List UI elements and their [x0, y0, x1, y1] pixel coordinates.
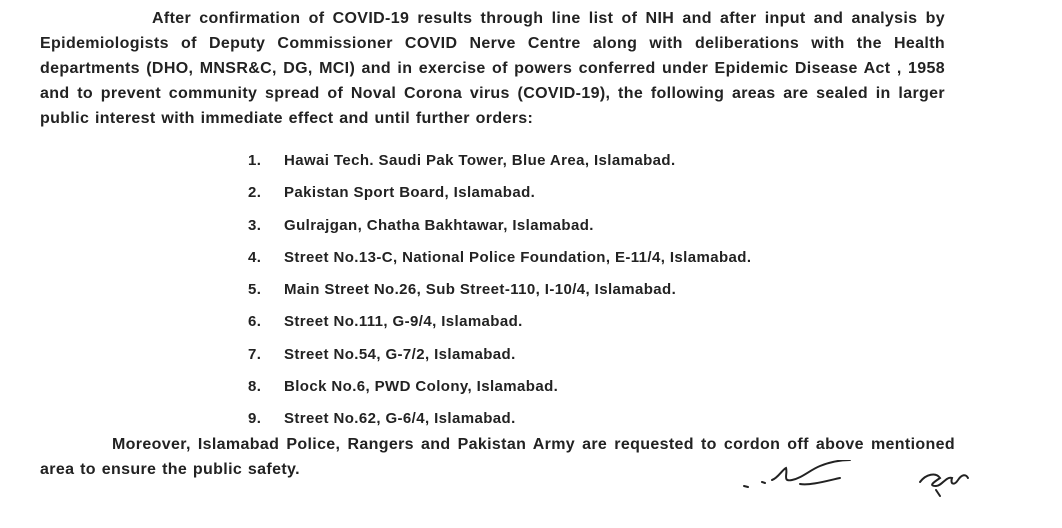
list-item-number: 2.: [248, 184, 262, 202]
list-item: 8. Block No.6, PWD Colony, Islamabad.: [248, 378, 751, 410]
list-item-text: Main Street No.26, Sub Street-110, I-10/…: [284, 281, 677, 299]
list-item: 1. Hawai Tech. Saudi Pak Tower, Blue Are…: [248, 152, 751, 184]
list-item-text: Block No.6, PWD Colony, Islamabad.: [284, 378, 559, 396]
intro-paragraph: After confirmation of COVID-19 results t…: [40, 10, 945, 127]
list-item: 2. Pakistan Sport Board, Islamabad.: [248, 184, 751, 216]
list-item: 7. Street No.54, G-7/2, Islamabad.: [248, 346, 751, 378]
list-item-text: Street No.54, G-7/2, Islamabad.: [284, 345, 516, 363]
list-item-text: Street No.13-C, National Police Foundati…: [284, 248, 752, 266]
list-item: 4. Street No.13-C, National Police Found…: [248, 249, 751, 281]
list-item-text: Hawai Tech. Saudi Pak Tower, Blue Area, …: [284, 152, 676, 169]
list-item-text: Street No.62, G-6/4, Islamabad.: [284, 410, 516, 428]
list-item: 5. Main Street No.26, Sub Street-110, I-…: [248, 281, 751, 313]
list-item-number: 3.: [248, 216, 262, 234]
list-item: 3. Gulrajgan, Chatha Bakhtawar, Islamaba…: [248, 217, 751, 249]
sealed-areas-list: 1. Hawai Tech. Saudi Pak Tower, Blue Are…: [248, 152, 751, 443]
list-item-number: 7.: [248, 345, 262, 363]
list-item-number: 1.: [248, 152, 262, 169]
list-item: 6. Street No.111, G-9/4, Islamabad.: [248, 313, 751, 345]
list-item-text: Pakistan Sport Board, Islamabad.: [284, 184, 536, 202]
list-item-number: 6.: [248, 313, 262, 331]
list-item-text: Street No.111, G-9/4, Islamabad.: [284, 313, 523, 331]
document-page: After confirmation of COVID-19 results t…: [0, 0, 1062, 528]
signature-mark: [743, 460, 969, 497]
list-item-number: 8.: [248, 378, 262, 396]
list-item-text: Gulrajgan, Chatha Bakhtawar, Islamabad.: [284, 216, 594, 234]
list-item-number: 5.: [248, 281, 262, 299]
list-item-number: 4.: [248, 248, 262, 266]
list-item-number: 9.: [248, 410, 262, 428]
